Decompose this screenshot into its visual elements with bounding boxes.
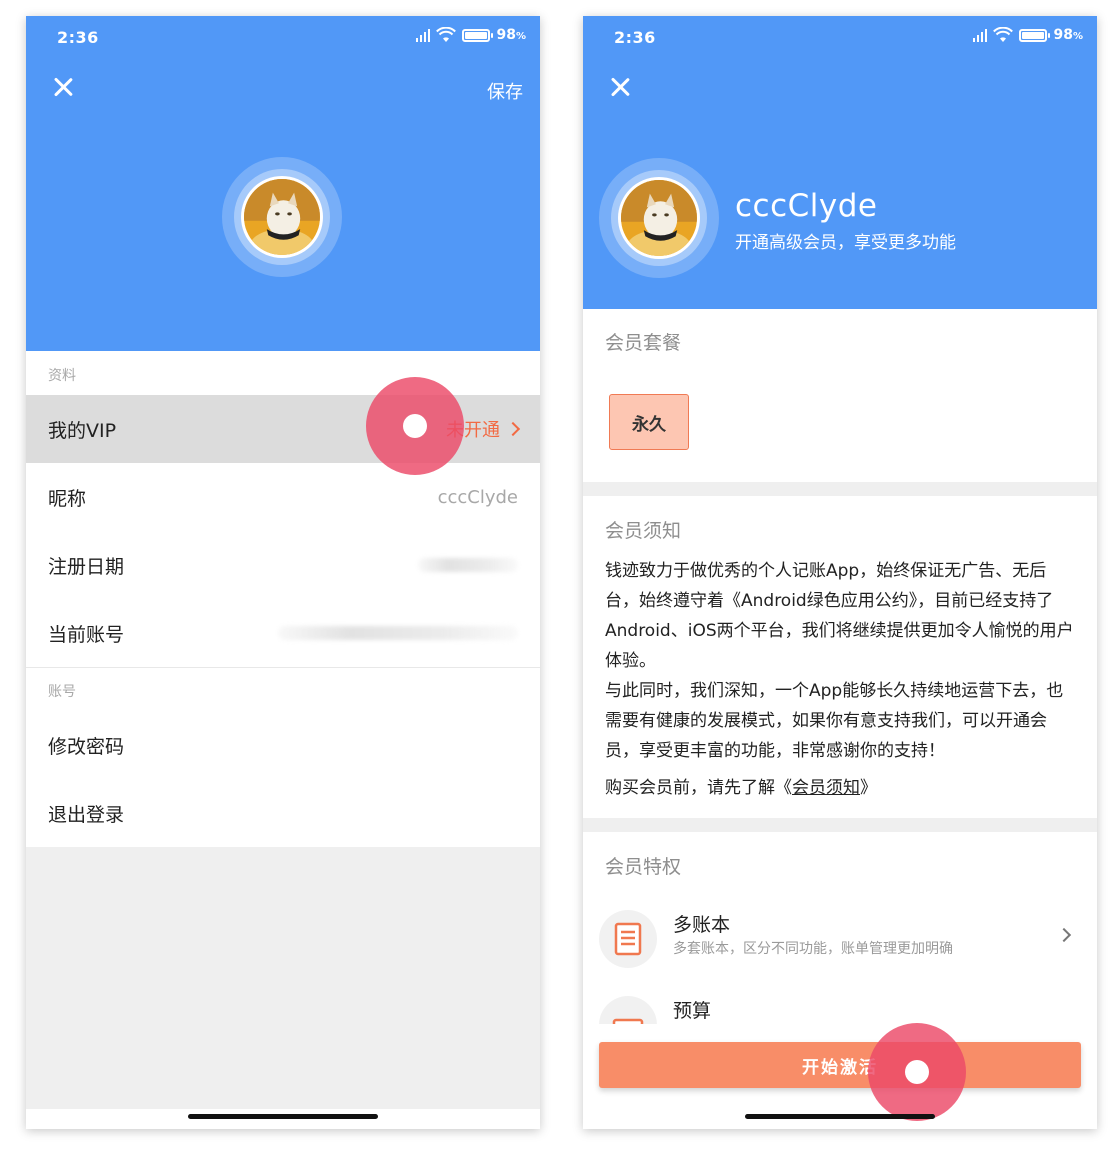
notice-footer-suffix: 》 [860, 778, 877, 798]
row-label-nickname: 昵称 [48, 487, 87, 510]
perk-title: 多账本 [673, 914, 731, 936]
row-nickname[interactable]: 昵称 cccClyde [26, 463, 540, 531]
battery-icon [462, 28, 494, 42]
row-label-logout: 退出登录 [48, 803, 125, 826]
battery-unit: % [515, 31, 526, 42]
divider [26, 667, 540, 668]
home-indicator[interactable] [745, 1114, 935, 1119]
section-label-account: 账号 [48, 684, 76, 700]
notice-footer: 购买会员前，请先了解《会员须知》 [605, 773, 877, 798]
battery-percent: 98 [1053, 27, 1073, 43]
vip-screen: 2:36 98% cccClyde 开通高级会员，享受更多功能 会员套餐 永久 … [583, 16, 1097, 1129]
save-button[interactable]: 保存 [487, 78, 523, 104]
notice-paragraph-1: 钱迹致力于做优秀的个人记账App，始终保证无广告、无后台，始终遵守着《Andro… [605, 561, 1074, 671]
perk-desc: 多套账本，区分不同功能，账单管理更加明确 [673, 941, 953, 957]
battery-icon [1019, 28, 1051, 42]
perk-title: 预算 [673, 1000, 712, 1022]
row-change-password[interactable]: 修改密码 [26, 711, 540, 779]
notice-text: 钱迹致力于做优秀的个人记账App，始终保证无广告、无后台，始终遵守着《Andro… [605, 556, 1075, 766]
activate-button[interactable]: 开始激活 [599, 1042, 1081, 1088]
row-label-current-account: 当前账号 [48, 623, 125, 646]
battery-percent: 98 [496, 27, 516, 43]
touch-indicator [366, 377, 464, 475]
notice-title: 会员须知 [605, 520, 682, 542]
nickname-value: cccClyde [437, 486, 518, 508]
avatar [599, 158, 719, 278]
perks-title: 会员特权 [605, 856, 682, 878]
chevron-right-icon [505, 421, 521, 437]
touch-indicator [868, 1023, 966, 1121]
avatar[interactable] [222, 157, 342, 277]
status-bar: 2:36 98% [583, 16, 1097, 60]
cat-avatar-image [621, 180, 697, 256]
row-logout[interactable]: 退出登录 [26, 779, 540, 847]
battery-unit: % [1072, 31, 1083, 42]
section-label-profile: 资料 [48, 368, 76, 384]
username: cccClyde [735, 188, 878, 224]
close-button[interactable] [52, 76, 74, 98]
section-separator [583, 482, 1097, 496]
perk-item-multi-ledger[interactable]: 多账本 多套账本，区分不同功能，账单管理更加明确 [583, 910, 1097, 980]
status-time: 2:36 [614, 28, 656, 47]
vip-subtitle: 开通高级会员，享受更多功能 [735, 233, 956, 253]
wifi-icon [993, 27, 1014, 42]
empty-area [26, 847, 540, 1109]
signal-icon [973, 28, 988, 42]
row-register-date: 注册日期 [26, 531, 540, 599]
status-time: 2:36 [57, 28, 99, 47]
register-date-blurred [418, 558, 518, 572]
wifi-icon [436, 27, 457, 42]
row-label-change-password: 修改密码 [48, 735, 125, 758]
signal-icon [416, 28, 431, 42]
profile-screen: 2:36 98% 保存 资料 我的VIP 未开通 昵称 cccClyde 注册日… [26, 16, 540, 1129]
account-blurred [278, 626, 518, 640]
notice-paragraph-2: 与此同时，我们深知，一个App能够长久持续地运营下去，也需要有健康的发展模式，如… [605, 681, 1064, 761]
section-separator [583, 818, 1097, 832]
plans-title: 会员套餐 [605, 332, 682, 354]
ledger-icon [614, 922, 642, 956]
chevron-right-icon [1056, 927, 1072, 943]
plan-option-permanent[interactable]: 永久 [609, 394, 689, 450]
row-current-account: 当前账号 [26, 599, 540, 667]
row-label-register-date: 注册日期 [48, 555, 125, 578]
home-indicator[interactable] [188, 1114, 378, 1119]
status-bar: 2:36 98% [26, 16, 540, 60]
cat-avatar-image [244, 179, 320, 255]
notice-footer-prefix: 购买会员前，请先了解《 [605, 778, 792, 798]
notice-link[interactable]: 会员须知 [792, 778, 860, 798]
close-button[interactable] [609, 76, 631, 98]
